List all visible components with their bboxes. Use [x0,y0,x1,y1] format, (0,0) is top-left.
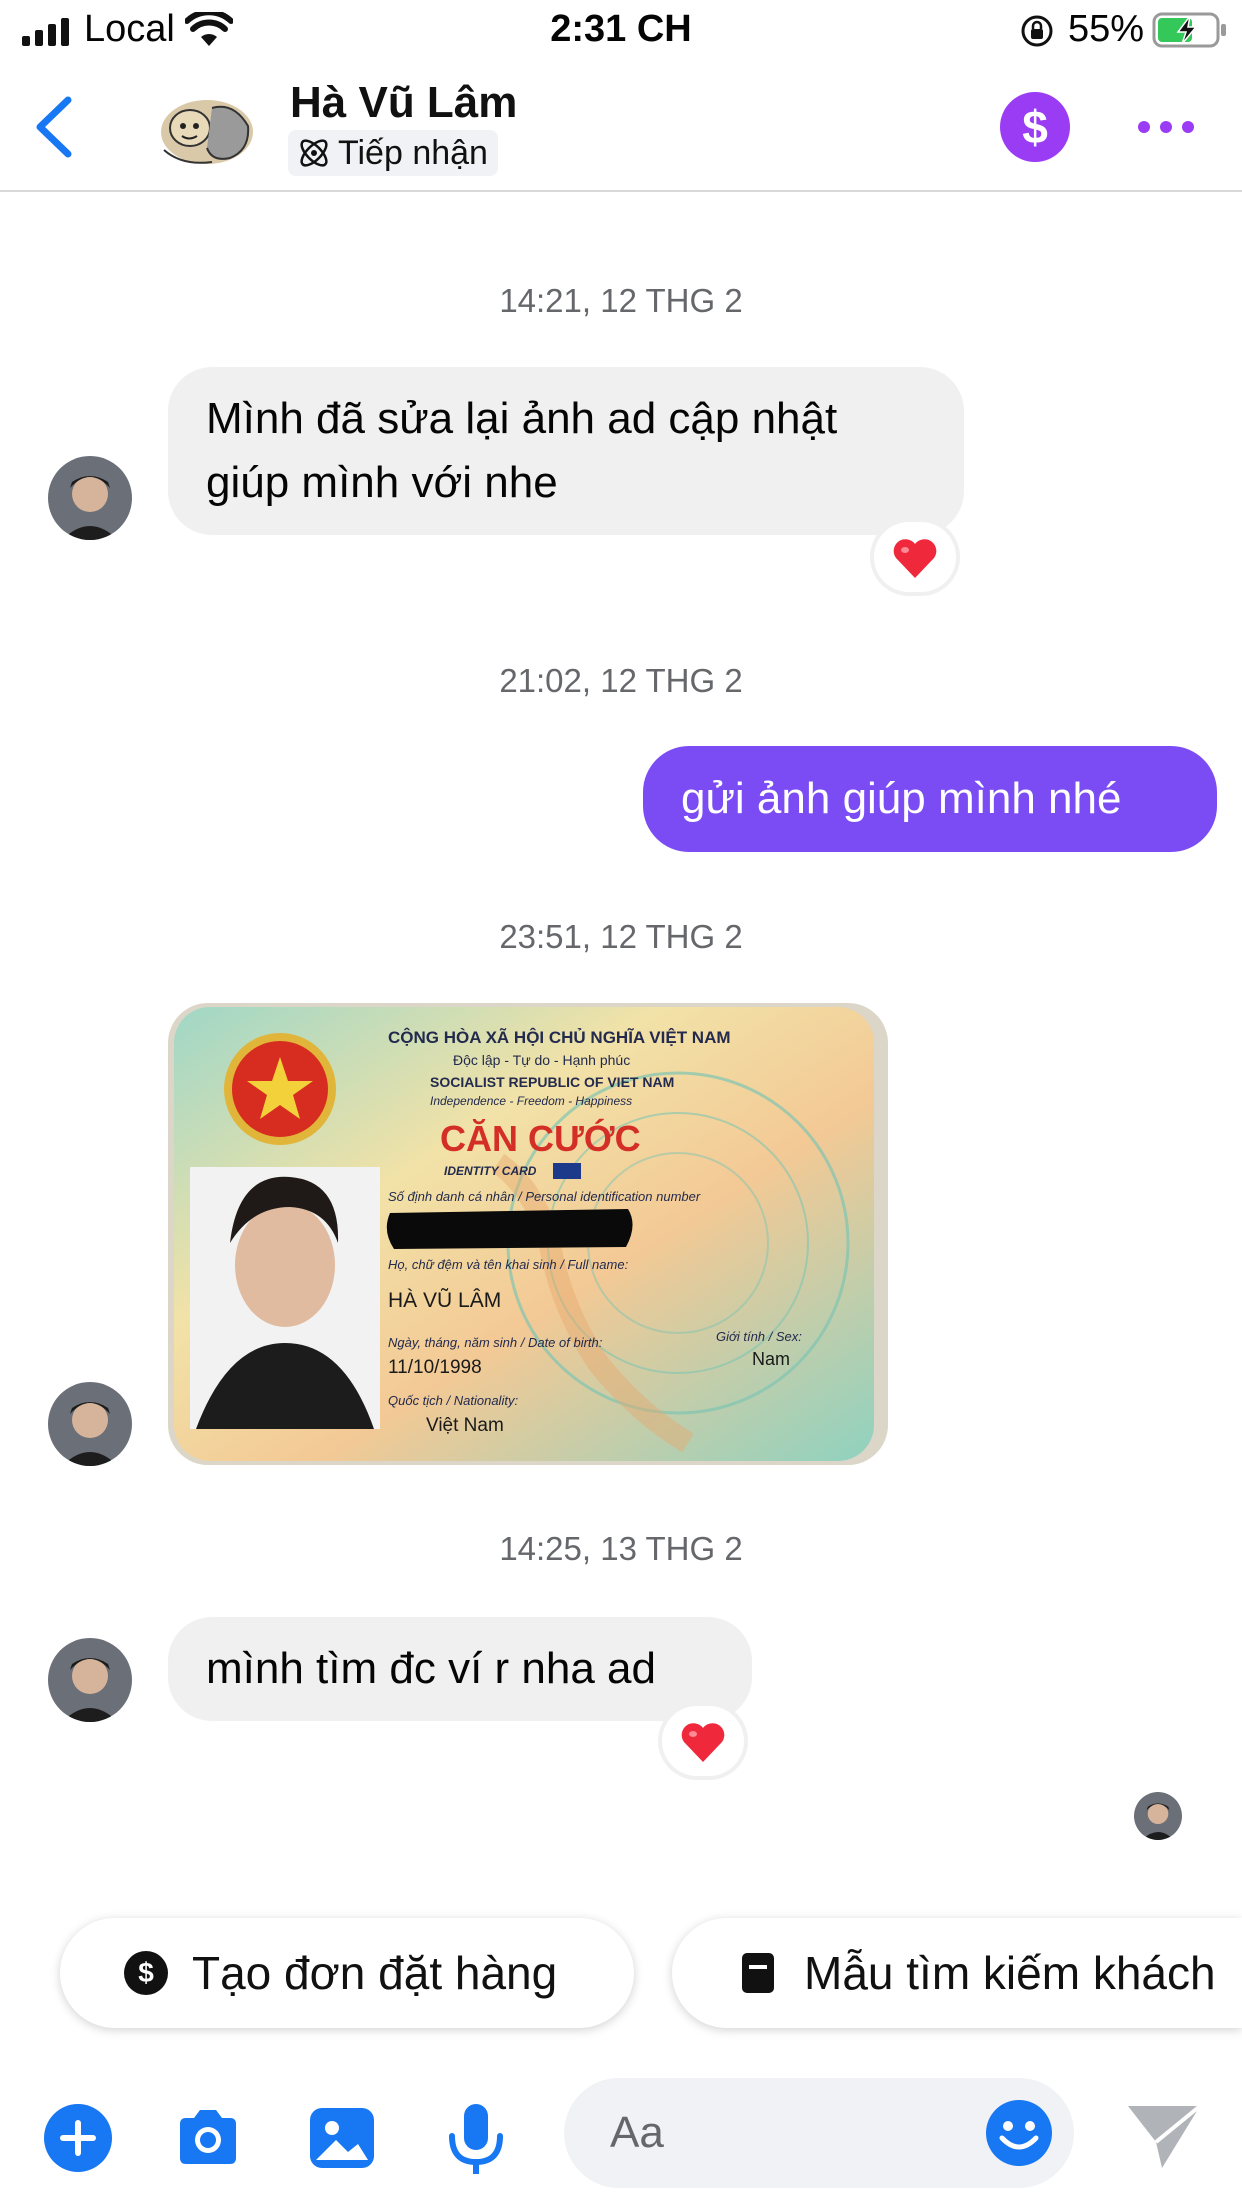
contact-label-text: Tiếp nhận [338,133,488,172]
message-text: gửi ảnh giúp mình nhé [681,774,1122,823]
id-card-name: HÀ VŨ LÂM [388,1288,501,1312]
timestamp: 23:51, 12 THG 2 [499,918,743,955]
status-bar: Local 2:31 CH 55% [0,0,1242,64]
sender-avatar[interactable] [48,1382,132,1466]
id-card-text: SOCIALIST REPUBLIC OF VIET NAM [430,1074,674,1090]
id-card-text: Độc lập - Tự do - Hạnh phúc [453,1052,630,1068]
id-card-title: CĂN CƯỚC [440,1117,641,1159]
incoming-message-bubble[interactable]: Mình đã sửa lại ảnh ad cập nhật giúp mìn… [168,367,964,535]
id-card-dob: 11/10/1998 [388,1357,482,1378]
gallery-icon[interactable] [306,2102,378,2174]
timestamp: 14:21, 12 THG 2 [499,282,743,319]
outgoing-message-bubble[interactable]: gửi ảnh giúp mình nhé [643,746,1217,852]
message-input-wrapper [564,2078,1074,2188]
id-card-sex: Nam [752,1349,790,1369]
timestamp: 21:02, 12 THG 2 [499,662,743,699]
contact-name[interactable]: Hà Vũ Lâm [290,78,517,128]
dollar-button[interactable]: $ [1000,92,1070,162]
contact-label-chip[interactable]: Tiếp nhận [288,130,498,176]
document-icon [742,1953,774,1993]
message-text: mình tìm đc ví r nha ad [206,1644,656,1693]
id-card-text: Independence - Freedom - Happiness [430,1094,632,1108]
id-card-subtitle: IDENTITY CARD [444,1164,537,1178]
chat-header: Hà Vũ Lâm Tiếp nhận $ [0,64,1242,192]
svg-text:$: $ [138,1957,154,1988]
id-card-nationality: Việt Nam [426,1415,504,1436]
quick-reply-create-order[interactable]: $ Tạo đơn đặt hàng [60,1918,634,2028]
label-icon [300,139,328,167]
sender-avatar[interactable] [48,1638,132,1722]
battery-percent: 55% [1068,8,1145,50]
plus-icon[interactable] [42,2102,114,2174]
message-text-line: Mình đã sửa lại ảnh ad cập nhật [206,394,838,443]
back-chevron-icon[interactable] [30,94,80,160]
sender-avatar[interactable] [48,456,132,540]
heart-icon [681,1723,725,1762]
id-card-text: Số định danh cá nhân / Personal identifi… [388,1189,701,1204]
battery-icon [1152,12,1226,48]
timestamp: 14:25, 13 THG 2 [499,1530,743,1567]
dollar-icon: $ [124,1951,168,1995]
quick-reply-label: Mẫu tìm kiếm khách [804,1947,1216,1999]
send-icon[interactable] [1126,2102,1202,2172]
camera-icon[interactable] [172,2102,244,2174]
message-input[interactable] [610,2078,970,2188]
id-card-text: Quốc tịch / Nationality: [388,1393,518,1408]
id-card-photo[interactable]: CỘNG HÒA XÃ HỘI CHỦ NGHĨA VIỆT NAM Độc l… [168,1003,888,1465]
contact-avatar[interactable] [152,90,262,170]
id-card-text: Giới tính / Sex: [716,1329,802,1344]
id-card-text: Ngày, tháng, năm sinh / Date of birth: [388,1335,603,1350]
heart-icon [893,539,937,578]
emoji-icon[interactable] [984,2098,1054,2168]
microphone-icon[interactable] [440,2102,512,2178]
id-card-text: Họ, chữ đệm và tên khai sinh / Full name… [388,1257,629,1272]
message-text-line: giúp mình với nhe [206,458,558,507]
seen-indicator-avatar [1134,1792,1182,1840]
status-time: 2:31 CH [550,8,692,50]
quick-reply-search-template[interactable]: Mẫu tìm kiếm khách [672,1918,1242,2028]
reaction-badge[interactable] [874,522,956,592]
quick-reply-label: Tạo đơn đặt hàng [192,1947,558,1999]
more-icon[interactable] [1136,114,1196,140]
id-card-text: CỘNG HÒA XÃ HỘI CHỦ NGHĨA VIỆT NAM [388,1027,731,1047]
dollar-icon: $ [1022,101,1048,153]
reaction-badge[interactable] [662,1706,744,1776]
incoming-message-bubble[interactable]: mình tìm đc ví r nha ad [168,1617,752,1721]
orientation-lock-icon [1021,15,1053,47]
message-composer [0,2060,1242,2208]
